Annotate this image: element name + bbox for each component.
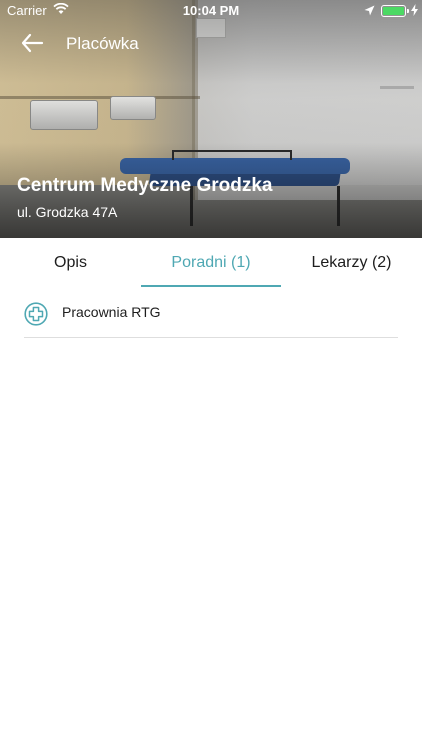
tab-description[interactable]: Opis (0, 238, 141, 288)
facility-name: Centrum Medyczne Grodzka (17, 175, 273, 196)
clinic-name: Pracownia RTG (62, 304, 161, 320)
facility-address: ul. Grodzka 47A (17, 204, 118, 220)
status-bar: Carrier 10:04 PM (0, 0, 422, 22)
clock: 10:04 PM (182, 3, 240, 18)
tab-doctors[interactable]: Lekarzy (2) (281, 238, 422, 288)
arrow-left-icon (21, 33, 44, 53)
location-arrow-icon (364, 4, 375, 19)
plus-circle-icon (24, 302, 48, 326)
charging-bolt-icon (411, 4, 418, 19)
nav-bar: Placówka (0, 26, 422, 62)
tab-clinics[interactable]: Poradni (1) (141, 238, 281, 288)
active-tab-indicator (141, 285, 281, 287)
back-button[interactable] (20, 32, 46, 54)
tab-bar: Opis Poradni (1) Lekarzy (2) (0, 238, 422, 288)
nav-title: Placówka (66, 34, 139, 53)
clinic-list-item[interactable]: Pracownia RTG (24, 290, 398, 338)
battery-icon (381, 5, 406, 17)
